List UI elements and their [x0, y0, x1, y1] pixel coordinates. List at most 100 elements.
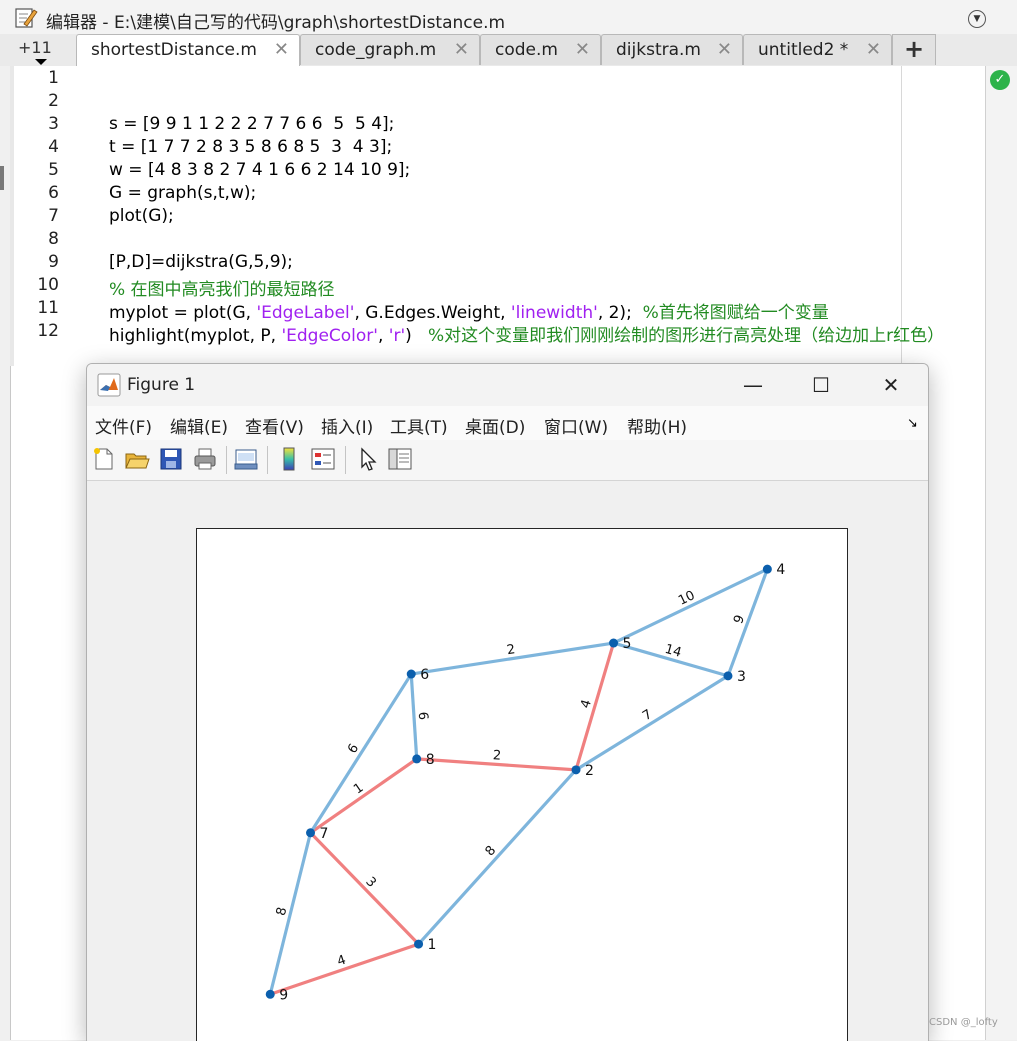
edge-weight-label: 4: [335, 953, 348, 970]
figure-menu-bar: 文件(F) 编辑(E) 查看(V) 插入(I) 工具(T) 桌面(D) 窗口(W…: [87, 406, 928, 441]
code-line-5: w = [4 8 3 8 2 7 4 1 6 6 2 14 10 9];: [109, 160, 411, 180]
edge-weight-label: 9: [731, 613, 748, 626]
line-number: 2: [48, 91, 59, 111]
legend-icon[interactable]: [310, 446, 336, 472]
tab-label: shortestDistance.m: [91, 40, 257, 60]
line-number: 3: [48, 114, 59, 134]
toolbar-separator: [267, 446, 268, 474]
close-tab-icon[interactable]: ✕: [866, 39, 881, 60]
code-text: highlight(myplot, P,: [109, 326, 282, 346]
maximize-button[interactable]: ☐: [798, 370, 844, 400]
node-label: 9: [279, 987, 288, 1003]
code-text: ,: [377, 326, 389, 346]
line-number: 4: [48, 137, 59, 157]
graph-node-8: [412, 754, 422, 764]
tab-label: code_graph.m: [315, 40, 437, 60]
line-number: 10: [37, 275, 59, 295]
dock-icon[interactable]: ↘: [907, 416, 918, 431]
node-label: 3: [737, 669, 746, 685]
link-plot-icon[interactable]: [233, 446, 259, 472]
menu-window[interactable]: 窗口(W): [544, 413, 608, 438]
graph-node-3: [723, 671, 733, 681]
code-line-7: plot(G);: [109, 206, 174, 226]
close-tab-icon[interactable]: ✕: [717, 39, 732, 60]
tab-shortestdistance[interactable]: shortestDistance.m ✕: [76, 34, 300, 67]
node-label: 4: [776, 562, 785, 578]
new-figure-icon[interactable]: [91, 446, 117, 472]
line-number: 1: [48, 68, 59, 88]
graph-node-7: [306, 828, 316, 838]
graph-edge-7-8: [309, 757, 418, 835]
code-line-6: G = graph(s,t,w);: [109, 183, 257, 203]
graph-node-2: [571, 765, 581, 775]
edge-weight-label: 4: [578, 698, 595, 710]
code-line-12: highlight(myplot, P, 'EdgeColor', 'r') %…: [109, 321, 944, 346]
property-inspector-icon[interactable]: [387, 446, 413, 472]
figure-title: Figure 1: [127, 375, 196, 395]
editor-options-icon[interactable]: ▼: [968, 10, 986, 28]
code-comment: %对这个变量即我们刚刚绘制的图形进行高亮处理（给边加上r红色）: [427, 326, 945, 346]
toolbar-separator: [345, 446, 346, 474]
menu-help[interactable]: 帮助(H): [627, 413, 687, 438]
code-comment: %首先将图赋给一个变量: [642, 303, 829, 323]
watermark: CSDN @_lofty: [929, 1017, 998, 1028]
code-analyzer-strip: [985, 66, 1017, 1040]
node-label: 2: [585, 763, 594, 779]
line-number: 11: [37, 298, 59, 318]
menu-tools[interactable]: 工具(T): [390, 413, 448, 438]
graph-node-4: [762, 564, 772, 574]
edge-weight-label: 2: [506, 642, 516, 658]
graph-edge-1-7: [309, 831, 420, 946]
tab-dijkstra[interactable]: dijkstra.m ✕: [601, 34, 743, 65]
node-label: 5: [623, 636, 632, 652]
code-text: , 2);: [597, 303, 643, 323]
line-number: 7: [48, 206, 59, 226]
print-icon[interactable]: [192, 446, 218, 472]
menu-insert[interactable]: 插入(I): [321, 413, 373, 438]
colorbar-icon[interactable]: [276, 446, 302, 472]
plot-axes[interactable]: 4 8 3 8 2 7 4 1 6 6 2 14 10 9 1 2 3 4 5 6 7 8 9: [196, 528, 848, 1041]
line-number: 9: [48, 252, 59, 272]
code-string: 'r': [388, 326, 406, 346]
open-file-icon[interactable]: [124, 446, 150, 472]
code-line-4: t = [1 7 7 2 8 3 5 8 6 8 5 3 4 3];: [109, 137, 393, 157]
node-label: 6: [420, 667, 429, 683]
figure-title-bar[interactable]: Figure 1 — ☐ ✕: [87, 364, 928, 406]
graph-node-9: [265, 989, 275, 999]
tab-code[interactable]: code.m ✕: [480, 34, 601, 65]
node-label: 7: [320, 826, 329, 842]
add-tab-button[interactable]: +: [892, 34, 936, 65]
code-string: 'EdgeColor': [281, 326, 378, 346]
editor-pencil-icon: [15, 8, 38, 28]
close-tab-icon[interactable]: ✕: [575, 39, 590, 60]
menu-view[interactable]: 查看(V): [245, 413, 304, 438]
code-string: 'EdgeLabel': [256, 303, 355, 323]
edit-plot-arrow-icon[interactable]: [355, 446, 381, 472]
node-label: 1: [428, 937, 437, 953]
code-line-9: [P,D]=dijkstra(G,5,9);: [109, 252, 293, 272]
edge-weight-label: 8: [274, 906, 291, 918]
close-button[interactable]: ✕: [868, 370, 914, 400]
code-text: ): [405, 326, 428, 346]
save-icon[interactable]: [158, 446, 184, 472]
code-line-10: % 在图中高亮我们的最短路径: [109, 275, 335, 300]
menu-desktop[interactable]: 桌面(D): [465, 413, 525, 438]
menu-edit[interactable]: 编辑(E): [170, 413, 228, 438]
code-ok-check-icon[interactable]: ✓: [990, 70, 1010, 90]
minimize-button[interactable]: —: [730, 370, 776, 400]
line-number: 5: [48, 160, 59, 180]
tab-untitled2[interactable]: untitled2 * ✕: [743, 34, 892, 65]
close-tab-icon[interactable]: ✕: [454, 39, 469, 60]
graph-plot: 48382741662 14109123456789: [265, 562, 785, 1003]
tab-label: code.m: [495, 40, 558, 60]
tab-code-graph[interactable]: code_graph.m ✕: [300, 34, 480, 65]
splitter-mark: [0, 166, 4, 190]
caret-down-icon: [35, 59, 47, 65]
close-tab-icon[interactable]: ✕: [274, 39, 289, 60]
line-number: 6: [48, 183, 59, 203]
figure-window[interactable]: Figure 1 — ☐ ✕ 文件(F) 编辑(E) 查看(V) 插入(I) 工…: [86, 363, 929, 1041]
node-label: 8: [426, 752, 435, 768]
tab-label: untitled2 *: [758, 40, 849, 60]
line-number: 12: [37, 321, 59, 341]
menu-file[interactable]: 文件(F): [95, 413, 152, 438]
